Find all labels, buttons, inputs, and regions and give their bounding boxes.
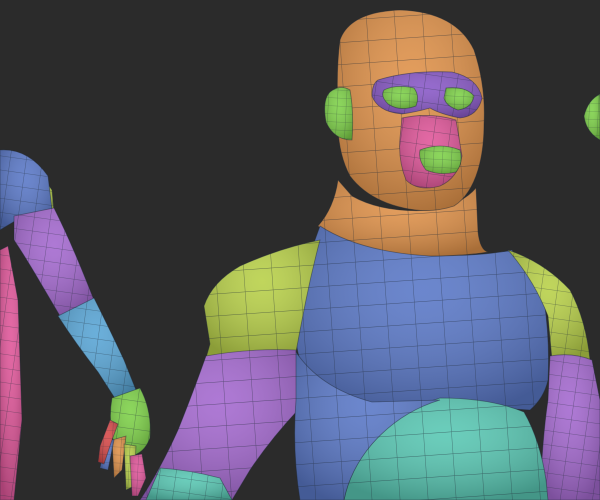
- 3d-viewport[interactable]: [0, 0, 600, 500]
- polygroup-model-render: [0, 0, 600, 500]
- violet-wireframe: [539, 354, 600, 500]
- green-wireframe: [419, 145, 462, 174]
